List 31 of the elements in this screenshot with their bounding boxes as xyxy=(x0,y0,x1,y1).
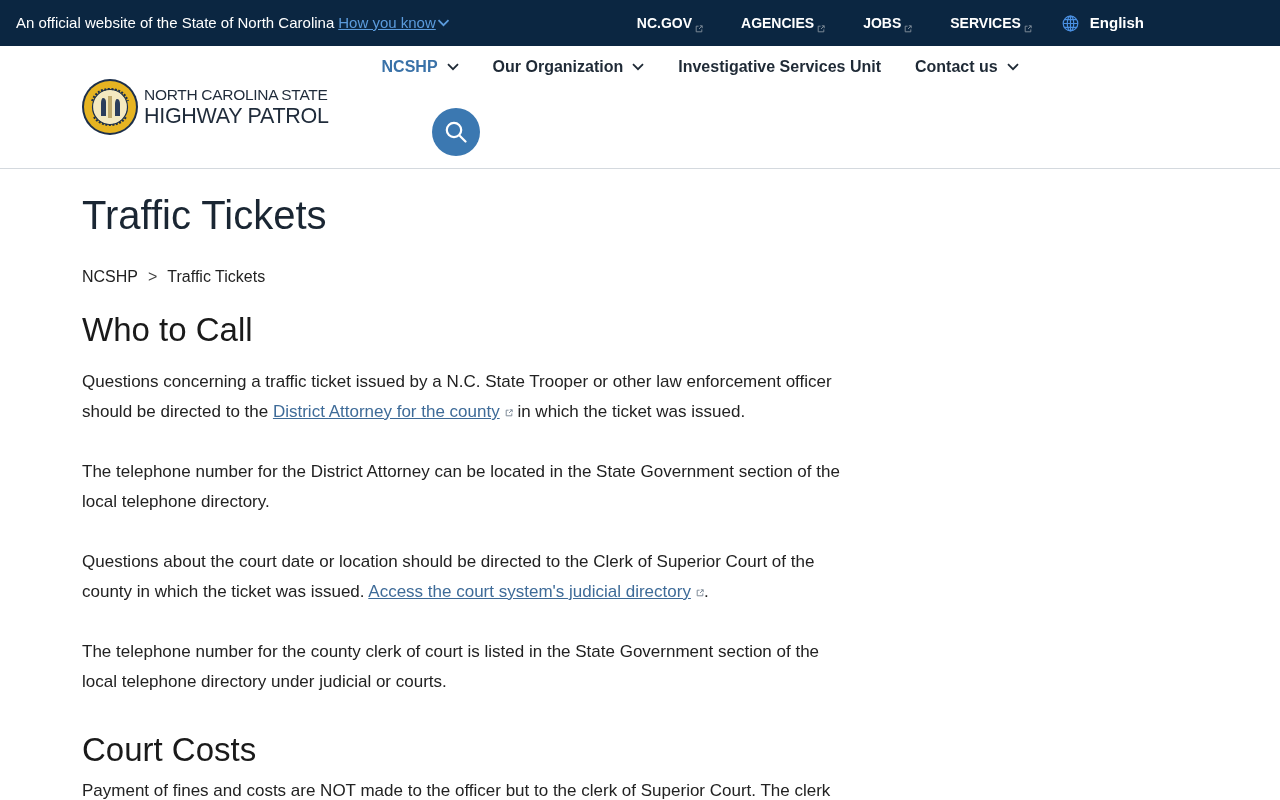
globe-icon xyxy=(1061,14,1079,32)
nav-link[interactable]: Investigative Services Unit xyxy=(678,55,881,79)
nav-link[interactable]: Contact us xyxy=(915,55,1019,79)
breadcrumb-current: Traffic Tickets xyxy=(167,267,266,287)
link[interactable]: District Attorney for the county xyxy=(272,402,513,421)
nav-link[interactable]: NCSHP xyxy=(381,55,459,79)
top-nav-link[interactable]: SERVICES xyxy=(950,12,1032,34)
section-heading: Who to Call xyxy=(82,310,254,350)
language-selector[interactable]: English xyxy=(1061,11,1144,35)
search-button[interactable] xyxy=(431,108,480,156)
breadcrumb-link[interactable]: NCSHP xyxy=(82,265,138,289)
link[interactable]: Access the court system's judicial directory xyxy=(368,582,704,601)
section-heading: Court Costs xyxy=(82,730,258,770)
top-nav-link[interactable]: AGENCIES xyxy=(741,12,826,34)
breadcrumb-separator: > xyxy=(148,267,158,287)
how-you-know-link[interactable]: How you know xyxy=(338,11,450,35)
paragraph: The telephone number for the District Attorney can be located in the State Government section of the local telephone directory. xyxy=(82,461,841,513)
logo-text: HIGHWAY PATROL xyxy=(144,105,329,127)
nav-link[interactable]: Our Organization xyxy=(492,55,645,79)
top-nav-link[interactable]: NC.GOV xyxy=(636,12,704,34)
paragraph: Questions concerning a traffic ticket issued by a N.C. State Trooper or other law enforcement officer should be directed to the District Attorney for the county in which the ticket was issued. xyxy=(82,371,833,423)
chevron-down-icon xyxy=(436,19,450,27)
seal-icon xyxy=(82,79,138,135)
top-nav-link[interactable]: JOBS xyxy=(863,12,913,34)
page-title: Traffic Tickets xyxy=(82,192,328,239)
paragraph: Questions about the court date or location should be directed to the Clerk of Superior Court of the county in which the ticket was issued. Access the court system's judicial directory . xyxy=(82,551,816,603)
search-icon xyxy=(444,121,467,143)
paragraph: The telephone number for the county clerk of court is listed in the State Government section of the local telephone directory under judicial or courts. xyxy=(82,641,821,693)
banner-text: An official website of the State of North Carolina xyxy=(16,12,335,33)
paragraph: Payment of fines and costs are NOT made to the officer but to the clerk of Superior Court. The clerk xyxy=(82,781,832,800)
logo-text: NORTH CAROLINA STATE xyxy=(144,87,329,103)
